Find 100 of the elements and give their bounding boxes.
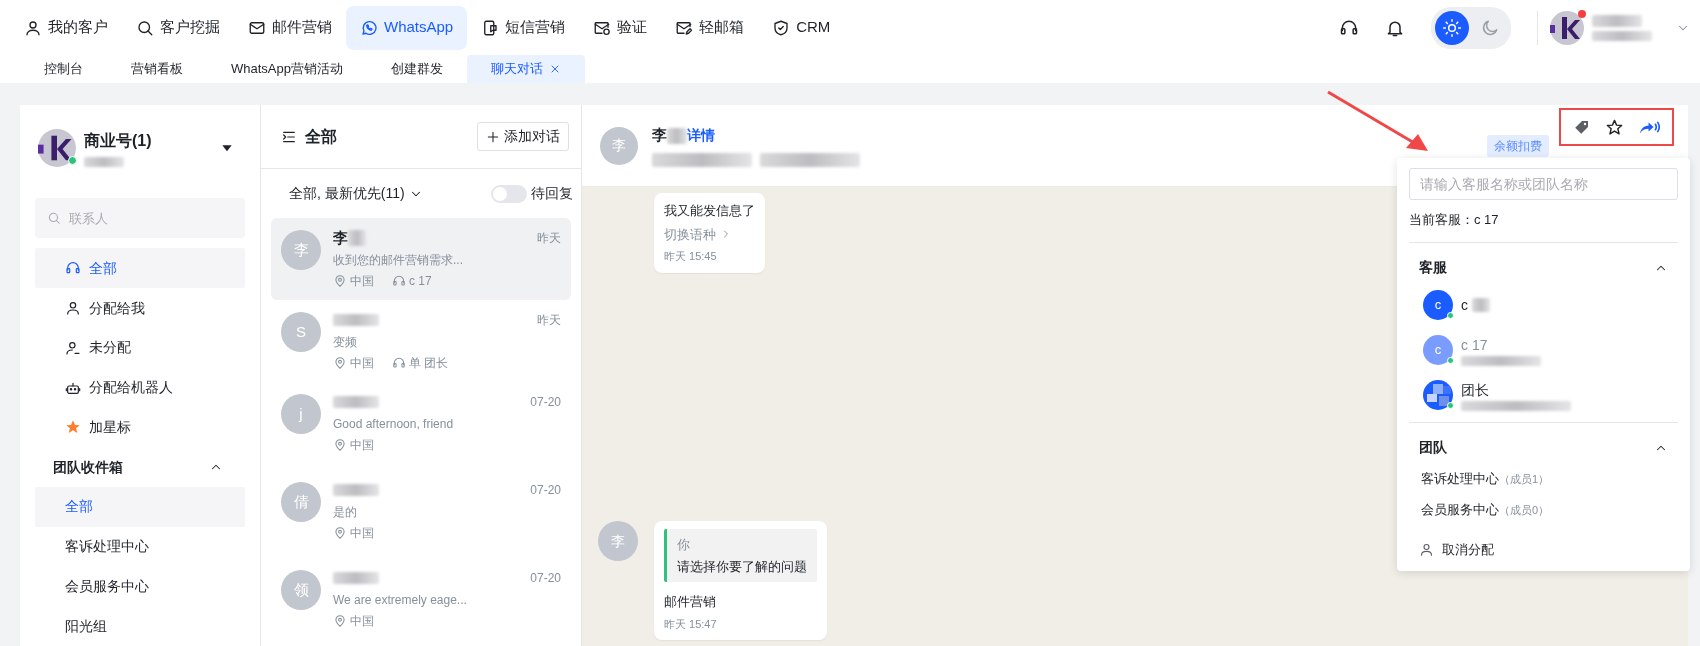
sidebar-item[interactable]: 客诉处理中心 (35, 526, 245, 567)
search-icon (47, 211, 61, 226)
location-label: 中国 (333, 612, 374, 630)
blurred-text (333, 314, 379, 326)
account-avatar (38, 128, 76, 167)
assignee-search-field[interactable]: 请输入客服名称或团队名称 (1409, 168, 1678, 200)
contact-avatar: 李 (600, 126, 638, 165)
star-button[interactable] (1605, 117, 1624, 137)
page-tab[interactable]: 控制台 (20, 55, 107, 83)
conversation-item[interactable]: j 07-20 Good afternoon, friend 中国 (271, 382, 571, 464)
message-time: 07-20 (530, 394, 561, 411)
toggle-switch[interactable] (491, 184, 527, 203)
agent-label: c 17 (392, 272, 432, 290)
nav-item[interactable]: CRM (758, 5, 845, 50)
theme-switch[interactable] (1431, 6, 1511, 49)
conversation-item[interactable]: 倩 07-20 是的 中国 (271, 470, 571, 552)
nav-item[interactable]: WhatsApp (346, 5, 468, 50)
page-tab[interactable]: WhatsApp营销活动 (207, 55, 367, 83)
quote-author: 你 (677, 536, 691, 554)
blurred-text (84, 156, 124, 167)
nav-item[interactable]: 邮件营销 (234, 5, 346, 50)
conversation-item[interactable]: 李 李 昨天 收到您的邮件营销需求... 中国 c 17 (271, 218, 571, 300)
agent-name: c (1461, 295, 1468, 315)
sidebar-item[interactable]: 分配给我 (35, 288, 245, 328)
headset-icon (392, 356, 406, 370)
nav-item[interactable]: 短信营销 (467, 5, 580, 50)
page-tab[interactable]: 创建群发 (367, 55, 467, 83)
location-label: 中国 (333, 272, 374, 290)
agent-name: 团长 (1461, 380, 1489, 400)
contact-name: 李 (333, 227, 348, 248)
location-icon (333, 614, 347, 628)
agent-option[interactable]: c c (1409, 282, 1678, 328)
section-title: 团队 (1419, 438, 1447, 457)
sidebar-item[interactable]: 分配给机器人 (35, 367, 245, 408)
message-time: 昨天 (537, 312, 561, 329)
location-label: 中国 (333, 524, 374, 542)
team-option[interactable]: 客诉处理中心（成员1） (1409, 462, 1678, 494)
agent-option[interactable]: 团长 (1409, 372, 1678, 418)
user-icon (65, 300, 81, 317)
contact-name: 李 (652, 125, 667, 146)
message-time: 07-20 (530, 482, 561, 499)
contact-avatar: 李 (598, 521, 638, 561)
location-icon (333, 274, 347, 288)
contact-avatar: 倩 (281, 482, 321, 522)
sidebar-item[interactable]: 阳光组 (35, 606, 245, 646)
unassign-option[interactable]: 取消分配 (1409, 529, 1678, 559)
list-title: 全部 (305, 126, 337, 147)
conversation-item[interactable]: S 昨天 变频 中国 单 团长 (271, 300, 571, 382)
billing-badge: 余额扣费 (1487, 134, 1549, 157)
plus-icon (486, 129, 500, 144)
sidebar-item[interactable]: 全部 (35, 248, 245, 289)
user-icon (65, 339, 81, 356)
message-text: 我又能发信息了 (664, 202, 755, 220)
group-title: 团队收件箱 (53, 457, 123, 477)
page-tab[interactable]: 营销看板 (107, 55, 207, 83)
message-time: 昨天 15:47 (664, 616, 718, 632)
nav-item[interactable]: 我的客户 (10, 5, 122, 50)
nav-item[interactable]: 轻邮箱 (661, 5, 759, 50)
page-tab[interactable]: 聊天对话 (467, 55, 585, 83)
add-conversation-button[interactable]: 添加对话 (477, 122, 569, 152)
team-option[interactable]: 会员服务中心（成员0） (1409, 494, 1678, 526)
phone-icon (481, 18, 500, 37)
avatar[interactable] (1550, 10, 1584, 45)
location-label: 中国 (333, 436, 374, 454)
agent-avatar: c (1423, 335, 1453, 365)
sidebar-item[interactable]: 未分配 (35, 327, 245, 368)
sort-dropdown[interactable]: 全部, 最新优先(11) (289, 183, 423, 205)
section-title: 客服 (1419, 258, 1447, 277)
sidebar-item[interactable]: 会员服务中心 (35, 566, 245, 607)
nav-item[interactable]: 验证 (579, 5, 662, 50)
conversation-item[interactable]: 领 07-20 We are extremely eage... 中国 (271, 558, 571, 640)
contact-avatar: S (281, 312, 321, 352)
sidebar-item[interactable]: 加星标 (35, 407, 245, 448)
location-label: 中国 (333, 354, 374, 372)
shield-icon (772, 18, 791, 37)
nav-item[interactable]: 客户挖掘 (122, 5, 234, 50)
contact-avatar: 领 (281, 570, 321, 610)
contact-search-field[interactable]: 联系人 (35, 198, 245, 239)
sidebar-item[interactable]: 全部 (35, 486, 245, 527)
blurred-text (333, 396, 379, 408)
message-preview: 收到您的邮件营销需求... (333, 252, 464, 269)
blurred-text (1592, 30, 1652, 41)
theme-option[interactable] (1435, 10, 1469, 45)
agent-avatar: c (1423, 290, 1453, 320)
message-preview: 是的 (333, 504, 358, 521)
message-time: 昨天 15:45 (664, 249, 718, 264)
tag-button[interactable] (1573, 118, 1591, 136)
current-agent-label: 当前客服：c 17 (1409, 211, 1500, 229)
tag-icon (1573, 118, 1591, 136)
star-icon (1605, 117, 1624, 137)
message-preview: Good afternoon, friend (333, 416, 455, 433)
details-link[interactable]: 详情 (687, 125, 715, 146)
message-text: 邮件营销 (664, 593, 717, 611)
agent-name: c 17 (1461, 335, 1488, 355)
quote-text: 请选择你要了解的问题 (677, 557, 807, 576)
sun-icon (1442, 17, 1462, 38)
blurred-text (333, 484, 379, 496)
toggle-label: 待回复 (531, 184, 573, 204)
contact-avatar: 李 (281, 230, 321, 270)
user-icon (24, 18, 42, 37)
